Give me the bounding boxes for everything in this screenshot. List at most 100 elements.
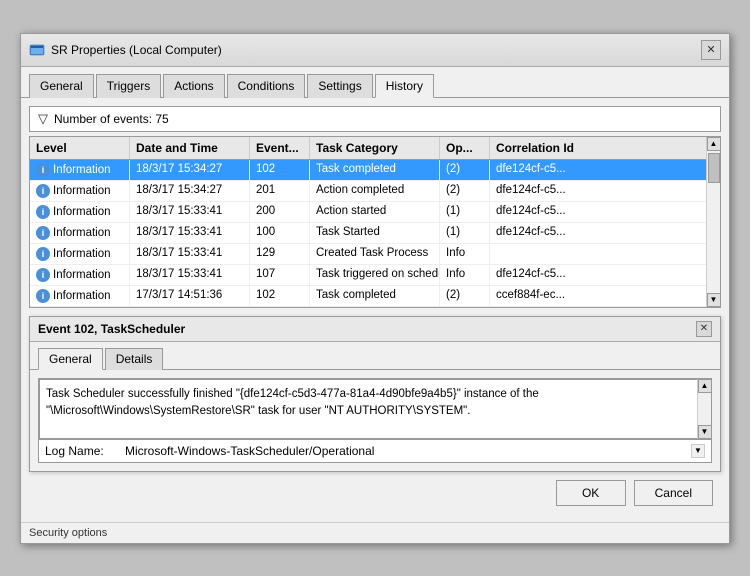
table-row[interactable]: iInformation18/3/17 15:33:41107Task trig… [30, 265, 706, 286]
td-event: 201 [250, 181, 310, 201]
sub-tab-details[interactable]: Details [105, 348, 164, 370]
td-level: iInformation [30, 202, 130, 222]
tab-general[interactable]: General [29, 74, 94, 98]
window-title: SR Properties (Local Computer) [51, 43, 222, 57]
scroll-down-arrow[interactable]: ▼ [707, 293, 721, 307]
scroll-up-arrow[interactable]: ▲ [707, 137, 721, 151]
events-table: Level Date and Time Event... Task Catego… [29, 136, 721, 308]
td-category: Task triggered on scheduler [310, 265, 440, 285]
td-correlation: dfe124cf-c5... [490, 181, 590, 201]
table-row[interactable]: iInformation18/3/17 15:33:41100Task Star… [30, 223, 706, 244]
td-date: 18/3/17 15:33:41 [130, 265, 250, 285]
tab-actions[interactable]: Actions [163, 74, 224, 98]
sub-content: Task Scheduler successfully finished "{d… [30, 370, 720, 471]
ok-button[interactable]: OK [556, 480, 626, 506]
td-correlation: dfe124cf-c5... [490, 223, 590, 243]
td-op: Info [440, 244, 490, 264]
td-level: iInformation [30, 244, 130, 264]
td-category: Task completed [310, 286, 440, 306]
td-category: Action started [310, 202, 440, 222]
sub-title-bar: Event 102, TaskScheduler ✕ [30, 317, 720, 342]
tab-history[interactable]: History [375, 74, 434, 98]
filter-icon: ▽ [38, 111, 48, 127]
td-event: 100 [250, 223, 310, 243]
td-date: 18/3/17 15:33:41 [130, 244, 250, 264]
table-body: iInformation18/3/17 15:34:27102Task comp… [30, 160, 706, 307]
log-name-value: Microsoft-Windows-TaskScheduler/Operatio… [125, 444, 374, 458]
filter-bar: ▽ Number of events: 75 [29, 106, 721, 132]
td-level: iInformation [30, 223, 130, 243]
td-op: (2) [440, 160, 490, 180]
sub-tab-general[interactable]: General [38, 348, 103, 370]
td-category: Task Started [310, 223, 440, 243]
window-icon [29, 42, 45, 58]
log-name-row: Log Name: Microsoft-Windows-TaskSchedule… [38, 440, 712, 463]
td-event: 102 [250, 160, 310, 180]
scroll-thumb[interactable] [708, 153, 720, 183]
td-correlation: dfe124cf-c5... [490, 160, 590, 180]
info-icon: i [36, 163, 50, 177]
td-correlation [490, 244, 590, 264]
td-event: 200 [250, 202, 310, 222]
td-correlation: ccef884f-ec... [490, 286, 590, 306]
info-icon: i [36, 184, 50, 198]
log-name-label: Log Name: [45, 444, 125, 458]
description-container: Task Scheduler successfully finished "{d… [38, 378, 712, 440]
bottom-strip: Security options [21, 522, 729, 543]
table-row[interactable]: iInformation18/3/17 15:33:41200Action st… [30, 202, 706, 223]
td-event: 129 [250, 244, 310, 264]
tab-conditions[interactable]: Conditions [227, 74, 306, 98]
table-row[interactable]: iInformation18/3/17 15:34:27201Action co… [30, 181, 706, 202]
log-scroll-down[interactable]: ▼ [691, 444, 705, 458]
td-level: iInformation [30, 265, 130, 285]
desc-scroll-down[interactable]: ▼ [698, 425, 712, 439]
table-row[interactable]: iInformation18/3/17 15:33:41129Created T… [30, 244, 706, 265]
info-icon: i [36, 268, 50, 282]
description-scrollbar[interactable]: ▲ ▼ [697, 379, 711, 439]
td-correlation: dfe124cf-c5... [490, 265, 590, 285]
td-date: 18/3/17 15:34:27 [130, 160, 250, 180]
info-icon: i [36, 205, 50, 219]
level-text: Information [53, 248, 111, 260]
level-text: Information [53, 206, 111, 218]
level-text: Information [53, 185, 111, 197]
td-level: iInformation [30, 181, 130, 201]
table-header: Level Date and Time Event... Task Catego… [30, 137, 706, 160]
title-bar: SR Properties (Local Computer) ✕ [21, 34, 729, 67]
td-op: (1) [440, 223, 490, 243]
filter-text: Number of events: 75 [54, 112, 169, 126]
td-op: (1) [440, 202, 490, 222]
button-area: OK Cancel [29, 472, 721, 514]
content-area: ▽ Number of events: 75 Level Date and Ti… [21, 98, 729, 522]
security-options-text: Security options [29, 527, 107, 539]
td-level: iInformation [30, 160, 130, 180]
event-description: Task Scheduler successfully finished "{d… [39, 379, 711, 439]
info-icon: i [36, 289, 50, 303]
table-row[interactable]: iInformation17/3/17 14:51:36102Task comp… [30, 286, 706, 307]
event-detail-window: Event 102, TaskScheduler ✕ General Detai… [29, 316, 721, 472]
td-date: 17/3/17 14:51:36 [130, 286, 250, 306]
td-date: 18/3/17 15:33:41 [130, 223, 250, 243]
td-date: 18/3/17 15:33:41 [130, 202, 250, 222]
col-op: Op... [440, 137, 490, 159]
table-row[interactable]: iInformation18/3/17 15:34:27102Task comp… [30, 160, 706, 181]
td-date: 18/3/17 15:34:27 [130, 181, 250, 201]
close-button[interactable]: ✕ [701, 40, 721, 60]
cancel-button[interactable]: Cancel [634, 480, 713, 506]
tab-bar: General Triggers Actions Conditions Sett… [21, 67, 729, 98]
td-level: iInformation [30, 286, 130, 306]
level-text: Information [53, 164, 111, 176]
info-icon: i [36, 226, 50, 240]
tab-settings[interactable]: Settings [307, 74, 372, 98]
col-level: Level [30, 137, 130, 159]
main-window: SR Properties (Local Computer) ✕ General… [20, 33, 730, 544]
sub-close-button[interactable]: ✕ [696, 321, 712, 337]
desc-scroll-up[interactable]: ▲ [698, 379, 712, 393]
td-category: Task completed [310, 160, 440, 180]
tab-triggers[interactable]: Triggers [96, 74, 162, 98]
table-scrollbar[interactable]: ▲ ▼ [706, 137, 720, 307]
sub-tab-bar: General Details [30, 342, 720, 370]
level-text: Information [53, 290, 111, 302]
td-event: 107 [250, 265, 310, 285]
col-event: Event... [250, 137, 310, 159]
